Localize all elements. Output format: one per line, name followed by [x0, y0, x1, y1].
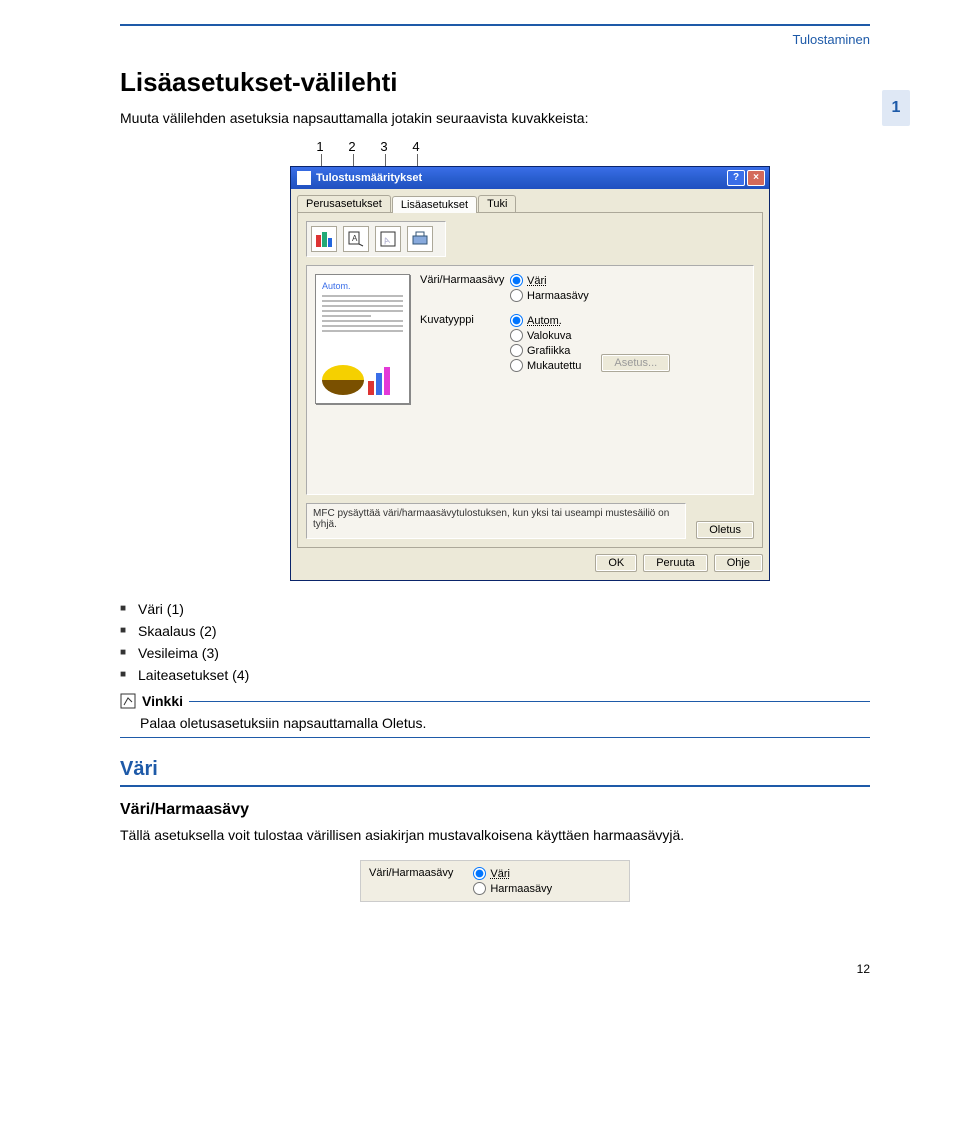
section-name: Tulostaminen [120, 32, 870, 47]
note-icon [120, 693, 136, 709]
preview-photo-icon [322, 365, 364, 395]
settings-button[interactable]: Asetus... [601, 354, 670, 372]
note-text: Palaa oletusasetuksiin napsauttamalla Ol… [140, 715, 870, 731]
section-text: Tällä asetuksella voit tulostaa värillis… [120, 825, 870, 846]
print-preferences-dialog: Tulostusmääritykset ? × Perusasetukset L… [290, 166, 770, 581]
ok-button[interactable]: OK [595, 554, 637, 572]
list-item: Skaalaus (2) [120, 623, 870, 639]
list-item: Väri (1) [120, 601, 870, 617]
radio-gray-input[interactable] [510, 289, 523, 302]
watermark-tool-icon[interactable]: A [375, 226, 401, 252]
scaling-tool-icon[interactable]: A [343, 226, 369, 252]
subsection-heading: Väri/Harmaasävy [120, 801, 870, 819]
imagetype-group-label: Kuvatyyppi [420, 314, 510, 372]
radio-gray[interactable]: Harmaasävy [510, 289, 589, 302]
inset-radio-color[interactable]: Väri [473, 867, 552, 880]
callout-4: 4 [411, 139, 421, 154]
preview-pane: Autom. [315, 274, 410, 486]
help-button[interactable]: Ohje [714, 554, 763, 572]
status-message: MFC pysäyttää väri/harmaasävytulostuksen… [306, 503, 686, 539]
radio-custom-label: Mukautettu [527, 360, 581, 372]
dialog-title: Tulostusmääritykset [316, 172, 725, 184]
callout-lines [318, 154, 870, 166]
device-tool-icon[interactable] [407, 226, 433, 252]
feature-list: Väri (1) Skaalaus (2) Vesileima (3) Lait… [120, 601, 870, 683]
preview-page: Autom. [315, 274, 410, 404]
inset-radio-color-label: Väri [490, 868, 510, 880]
color-group-label: Väri/Harmaasävy [420, 274, 510, 302]
tab-advanced[interactable]: Lisäasetukset [392, 196, 477, 213]
radio-color[interactable]: Väri [510, 274, 589, 287]
inset-screenshot: Väri/Harmaasävy Väri Harmaasävy [360, 860, 630, 902]
note-box: Vinkki Palaa oletusasetuksiin napsauttam… [120, 693, 870, 738]
svg-text:A: A [382, 235, 391, 246]
callout-3: 3 [379, 139, 389, 154]
radio-gray-label: Harmaasävy [527, 290, 589, 302]
list-item: Laiteasetukset (4) [120, 667, 870, 683]
section-heading-color: Väri [120, 758, 870, 787]
tab-support[interactable]: Tuki [478, 195, 516, 212]
page-number: 12 [120, 962, 870, 976]
inset-label: Väri/Harmaasävy [369, 867, 453, 895]
tab-basic[interactable]: Perusasetukset [297, 195, 391, 212]
help-icon[interactable]: ? [727, 170, 745, 186]
radio-graphics-label: Grafiikka [527, 345, 570, 357]
default-button[interactable]: Oletus [696, 521, 754, 539]
svg-text:A: A [352, 234, 358, 243]
callout-1: 1 [315, 139, 325, 154]
color-tool-icon[interactable] [311, 226, 337, 252]
note-label: Vinkki [142, 693, 183, 709]
radio-auto-input[interactable] [510, 314, 523, 327]
radio-graphics-input[interactable] [510, 344, 523, 357]
callout-2: 2 [347, 139, 357, 154]
preview-label: Autom. [322, 281, 403, 291]
header-rule [120, 24, 870, 26]
app-icon [297, 171, 311, 185]
radio-photo[interactable]: Valokuva [510, 329, 581, 342]
tab-panel: A A Autom. [297, 213, 763, 548]
radio-photo-input[interactable] [510, 329, 523, 342]
titlebar: Tulostusmääritykset ? × [291, 167, 769, 189]
inset-radio-gray-input[interactable] [473, 882, 486, 895]
radio-photo-label: Valokuva [527, 330, 571, 342]
inset-radio-gray-label: Harmaasävy [490, 883, 552, 895]
intro-text: Muuta välilehden asetuksia napsauttamall… [120, 108, 870, 129]
tabstrip: Perusasetukset Lisäasetukset Tuki [297, 195, 763, 213]
radio-color-input[interactable] [510, 274, 523, 287]
inset-radio-gray[interactable]: Harmaasävy [473, 882, 552, 895]
radio-auto-label: Autom. [527, 315, 562, 327]
preview-chart-icon [368, 365, 390, 395]
advanced-toolbar: A A [306, 221, 446, 257]
chapter-badge: 1 [882, 90, 910, 126]
inset-radio-color-input[interactable] [473, 867, 486, 880]
radio-custom[interactable]: Mukautettu [510, 359, 581, 372]
radio-color-label: Väri [527, 275, 547, 287]
cancel-button[interactable]: Peruuta [643, 554, 708, 572]
page-title: Lisäasetukset-välilehti [120, 67, 870, 98]
close-icon[interactable]: × [747, 170, 765, 186]
radio-custom-input[interactable] [510, 359, 523, 372]
radio-auto[interactable]: Autom. [510, 314, 581, 327]
callout-numbers: 1 2 3 4 [315, 139, 870, 154]
list-item: Vesileima (3) [120, 645, 870, 661]
radio-graphics[interactable]: Grafiikka [510, 344, 581, 357]
